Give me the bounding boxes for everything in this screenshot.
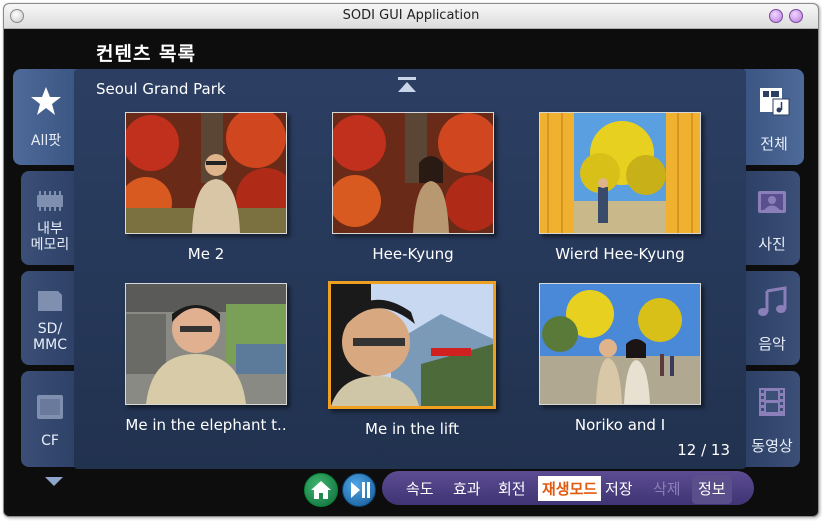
page-indicator: 12 / 13 — [677, 441, 730, 459]
play-pause-icon — [351, 482, 370, 498]
film-strip-icon — [759, 388, 785, 416]
thumbnail-item[interactable]: Noriko and I — [517, 283, 723, 434]
source-tab-cf[interactable]: CF — [21, 371, 79, 467]
rotate-button[interactable]: 회전 — [498, 478, 526, 499]
app-window: SODI GUI Application 컨텐츠 목록 All팟 내부 메모리 — [3, 3, 819, 517]
sidebar-scroll-down-icon[interactable] — [45, 477, 63, 486]
thumbnail-caption: Hee-Kyung — [372, 245, 454, 263]
page-title: 컨텐츠 목록 — [96, 43, 197, 65]
home-button[interactable] — [304, 473, 338, 507]
music-note-icon — [758, 286, 787, 316]
speed-button[interactable]: 속도 — [406, 478, 434, 499]
thumbnail-caption: Wierd Hee-Kyung — [555, 245, 685, 263]
source-tab-internal-memory[interactable]: 내부 메모리 — [21, 171, 79, 265]
home-icon — [311, 481, 331, 499]
playback-mode-button[interactable]: 재생모드 — [538, 476, 602, 501]
close-button[interactable] — [789, 9, 803, 23]
cf-card-icon — [37, 395, 63, 419]
media-tab-photo[interactable]: 사진 — [744, 171, 800, 265]
thumbnail-image — [328, 281, 496, 409]
source-tab-sd-mmc[interactable]: SD/ MMC — [21, 271, 79, 365]
delete-button: 삭제 — [653, 480, 681, 498]
sd-card-icon — [38, 291, 62, 311]
thumbnail-image — [539, 112, 701, 234]
thumbnail-image — [125, 112, 287, 234]
minimize-button[interactable] — [769, 9, 783, 23]
source-tab-label-line2: MMC — [33, 337, 67, 353]
media-tab-label: 음악 — [758, 335, 786, 353]
media-tab-video[interactable]: 동영상 — [744, 371, 800, 467]
app-screen: 컨텐츠 목록 All팟 내부 메모리 SD/ MMC CF 전체 사진 음악 동… — [9, 29, 813, 511]
photo-icon — [758, 191, 786, 213]
save-button[interactable]: 저장 — [605, 478, 633, 499]
action-toolbar: 속도 효과 회전 재생모드 저장 삭제 정보 — [382, 471, 754, 505]
media-tab-label: 사진 — [758, 235, 786, 253]
star-icon — [31, 87, 61, 115]
thumbnail-item[interactable]: Wierd Hee-Kyung — [517, 112, 723, 263]
scroll-up-icon[interactable] — [396, 77, 418, 95]
media-tab-label: 동영상 — [751, 437, 793, 455]
folder-name: Seoul Grand Park — [96, 80, 226, 98]
effect-button[interactable]: 효과 — [453, 478, 481, 499]
source-tab-label: All팟 — [30, 133, 62, 149]
media-tab-all[interactable]: 전체 — [744, 69, 804, 165]
info-button[interactable]: 정보 — [692, 475, 732, 504]
thumbnail-caption: Noriko and I — [574, 416, 666, 434]
title-bar: SODI GUI Application — [4, 4, 818, 29]
source-tab-label-line1: 내부 — [37, 221, 63, 237]
thumbnail-item[interactable]: Me 2 — [103, 112, 309, 263]
source-tab-label-line1: SD/ — [37, 321, 63, 337]
thumbnail-item[interactable]: Me in the elephant t.. — [103, 283, 309, 434]
thumbnail-caption: Me in the elephant t.. — [125, 416, 287, 434]
play-pause-button[interactable] — [342, 473, 376, 507]
memory-chip-icon — [37, 191, 63, 211]
media-tab-label: 전체 — [760, 135, 788, 153]
source-tab-allpod[interactable]: All팟 — [13, 69, 79, 165]
thumbnail-caption: Me in the lift — [365, 420, 459, 438]
thumbnail-image — [332, 112, 494, 234]
thumbnail-image — [125, 283, 287, 405]
thumbnail-item[interactable]: Hee-Kyung — [310, 112, 516, 263]
all-media-icon — [760, 88, 790, 116]
content-panel: Seoul Grand Park Me 2 Hee-Kyung Wierd He… — [74, 69, 746, 469]
source-tab-label: CF — [41, 433, 59, 449]
media-tab-music[interactable]: 음악 — [744, 271, 800, 365]
thumbnail-image — [539, 283, 701, 405]
source-tab-label-line2: 메모리 — [30, 237, 70, 253]
thumbnail-item-selected[interactable]: Me in the lift — [309, 281, 515, 438]
window-title: SODI GUI Application — [342, 8, 480, 23]
thumbnail-caption: Me 2 — [187, 245, 225, 263]
